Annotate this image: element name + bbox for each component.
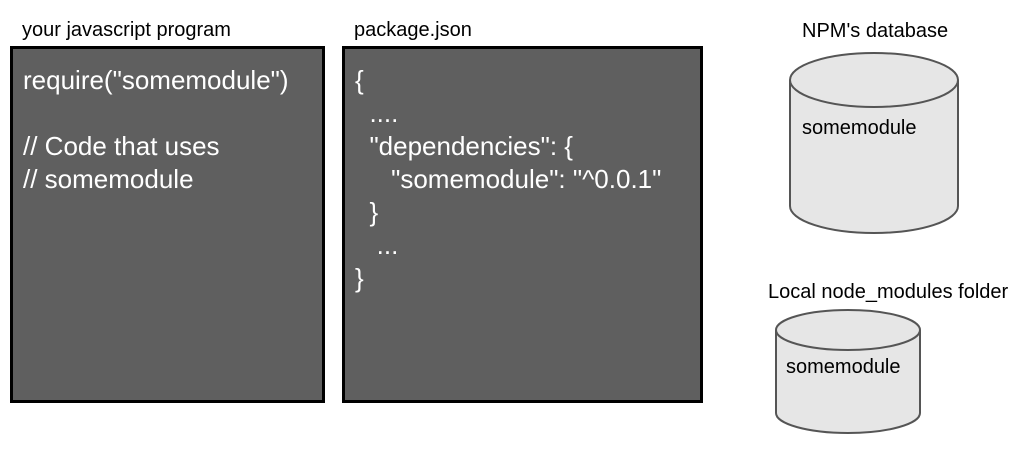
package-line: "somemodule": "^0.0.1" <box>355 164 662 194</box>
package-title: package.json <box>354 19 472 41</box>
npm-database-title: NPM's database <box>802 20 949 42</box>
program-line: require("somemodule") <box>23 65 289 95</box>
program-title: your javascript program <box>22 19 231 41</box>
package-line: { <box>355 65 364 95</box>
npm-database-top <box>789 52 959 108</box>
program-line: // Code that uses <box>23 131 220 161</box>
package-json-panel: { .... "dependencies": { "somemodule": "… <box>342 46 703 403</box>
package-line: ... <box>355 230 399 260</box>
local-folder-title: Local node_modules folder <box>768 281 1009 303</box>
package-line: } <box>355 263 364 293</box>
package-line: } <box>355 197 379 227</box>
package-line: "dependencies": { <box>355 131 573 161</box>
npm-database-cylinder <box>789 52 959 234</box>
npm-database-item: somemodule <box>802 117 917 139</box>
local-folder-top <box>775 309 921 351</box>
local-folder-item: somemodule <box>786 356 901 378</box>
package-line: .... <box>355 98 399 128</box>
program-code-panel: require("somemodule") // Code that uses … <box>10 46 325 403</box>
program-line: // somemodule <box>23 164 194 194</box>
